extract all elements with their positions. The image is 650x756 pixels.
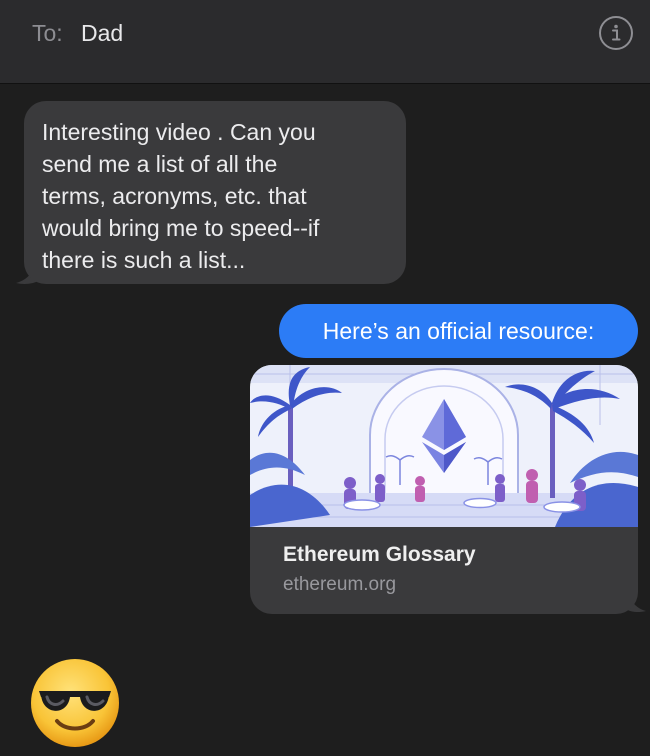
smiling-face-with-sunglasses-icon[interactable] — [29, 657, 121, 749]
received-message-bubble[interactable]: Interesting video . Can you send me a li… — [24, 101, 406, 284]
recipient-name[interactable]: Dad — [81, 20, 123, 47]
sent-message-text: Here’s an official resource: — [322, 318, 595, 344]
sent-message-bubble[interactable]: Here’s an official resource: — [279, 304, 638, 358]
to-label: To: — [32, 20, 63, 46]
link-domain: ethereum.org — [283, 574, 397, 595]
link-title: Ethereum Glossary — [283, 543, 476, 566]
conversation-header: To: Dad — [0, 0, 650, 84]
link-preview-image — [250, 365, 638, 527]
info-icon[interactable] — [599, 16, 633, 50]
messages-window: To: Dad Interesting video . Can you send… — [0, 0, 650, 756]
link-preview-card[interactable]: Ethereum Glossary ethereum.org — [250, 365, 638, 614]
received-message-text: Interesting video . Can you send me a li… — [42, 119, 320, 273]
